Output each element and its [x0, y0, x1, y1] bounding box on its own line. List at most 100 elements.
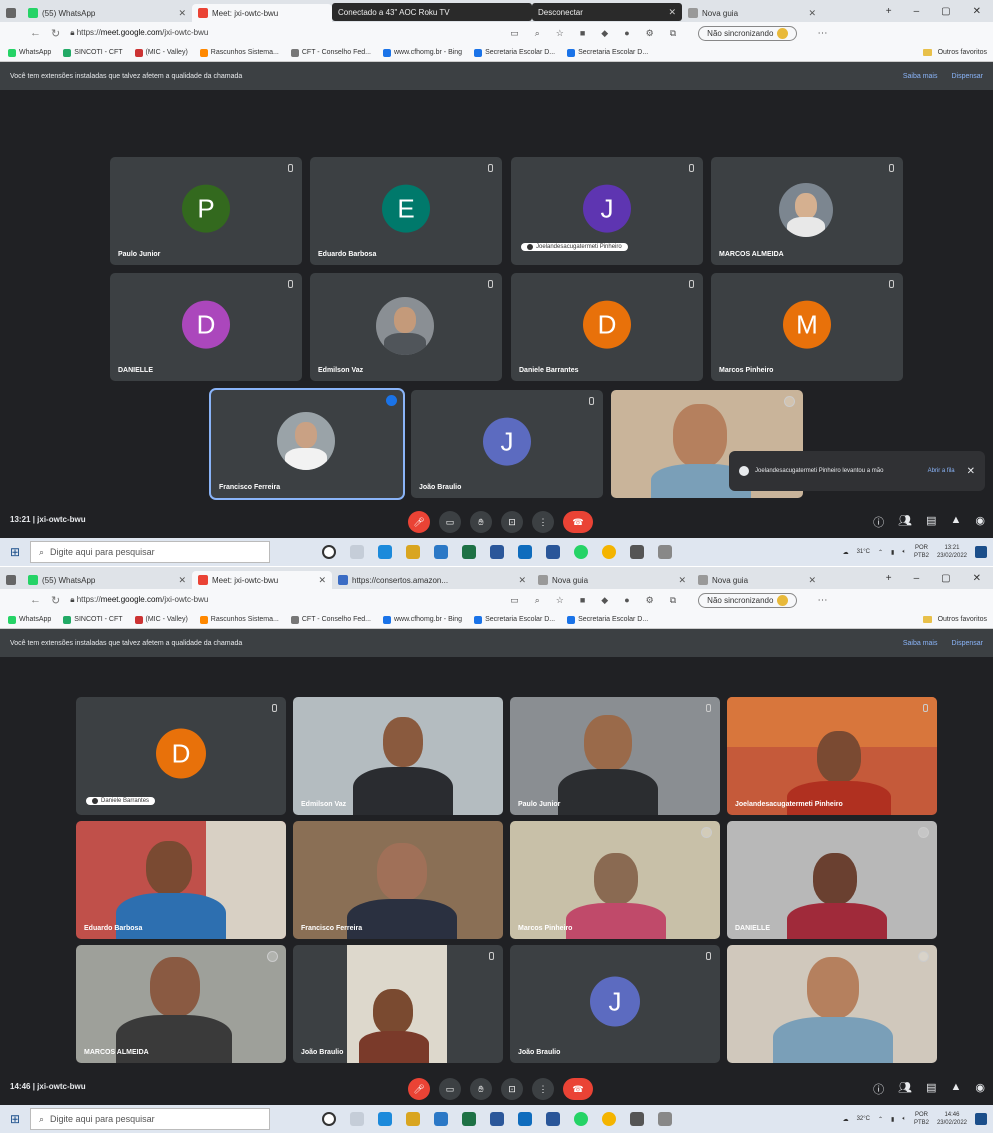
bookmark-item[interactable]: WhatsApp: [8, 48, 51, 57]
participant-tile[interactable]: P Paulo Junior: [110, 157, 302, 265]
task-view-icon[interactable]: [350, 545, 364, 559]
close-tab-icon[interactable]: ✕: [808, 575, 816, 586]
present-button[interactable]: ⊡: [501, 511, 523, 533]
close-window-icon[interactable]: ✕: [973, 573, 981, 584]
maximize-icon[interactable]: ▢: [941, 6, 950, 17]
close-tab-icon[interactable]: ✕: [318, 575, 326, 586]
participant-tile[interactable]: E Eduardo Barbosa: [310, 157, 502, 265]
bookmark-item[interactable]: Secretaria Escolar D...: [474, 48, 555, 57]
weather-icon[interactable]: ☁︎: [843, 1116, 849, 1123]
settings-icon[interactable]: ⚙: [646, 28, 654, 39]
close-icon[interactable]: ✕: [967, 466, 975, 477]
tab-whatsapp[interactable]: (55) WhatsApp ✕: [22, 4, 192, 22]
more-options-button[interactable]: ⋮: [532, 511, 554, 533]
file-explorer-icon[interactable]: [406, 1112, 420, 1126]
windows-start-icon[interactable]: ⊞: [0, 1112, 30, 1126]
leave-call-button[interactable]: ☎︎: [563, 511, 593, 533]
close-tab-icon[interactable]: ✕: [178, 575, 186, 586]
windows-start-icon[interactable]: ⊞: [0, 545, 30, 559]
edge-icon[interactable]: [378, 545, 392, 559]
record-icon[interactable]: ●: [624, 595, 629, 606]
mic-toggle-button[interactable]: 🎤︎: [408, 511, 430, 533]
network-icon[interactable]: ▮: [891, 549, 894, 556]
pin-icon[interactable]: [784, 396, 795, 407]
record-icon[interactable]: ●: [624, 28, 629, 39]
tab-meet[interactable]: Meet: jxi-owtc-bwu: [192, 4, 332, 22]
settings-icon[interactable]: [630, 1112, 644, 1126]
excel-icon[interactable]: [462, 545, 476, 559]
language-indicator[interactable]: POR PTB2: [914, 1111, 929, 1127]
learn-more-link[interactable]: Saiba mais: [903, 640, 938, 647]
maximize-icon[interactable]: ▢: [941, 573, 950, 584]
participant-tile[interactable]: Edmilson Vaz: [310, 273, 502, 381]
participant-tile[interactable]: Francisco Ferreira: [209, 388, 405, 500]
bookmark-item[interactable]: www.cfhomg.br - Bing: [383, 48, 462, 57]
clock[interactable]: 13:21 23/02/2022: [937, 544, 967, 560]
chat-icon[interactable]: ▤: [926, 514, 936, 530]
raise-hand-button[interactable]: ✋︎: [470, 1078, 492, 1100]
info-icon[interactable]: ⓘ: [873, 1081, 884, 1097]
self-view-tile[interactable]: [727, 945, 937, 1063]
lock-icon[interactable]: ◉: [975, 1081, 985, 1097]
more-options-button[interactable]: ⋮: [532, 1078, 554, 1100]
participant-video[interactable]: Paulo Junior: [510, 697, 720, 815]
camera-toggle-button[interactable]: ▭: [439, 1078, 461, 1100]
people-icon[interactable]: 👥︎: [898, 1081, 912, 1097]
excel-icon[interactable]: [462, 1112, 476, 1126]
participant-video[interactable]: DANIELLE: [727, 821, 937, 939]
bookmark-item[interactable]: (MIC - Valley): [134, 48, 188, 57]
participant-tile[interactable]: J João Braulio: [411, 390, 603, 498]
tab-disconnect[interactable]: Desconectar ✕: [532, 3, 682, 21]
tab-meet[interactable]: Meet: jxi-owtc-bwu ✕: [192, 571, 332, 589]
tab-cast-status[interactable]: Conectado a 43" AOC Roku TV: [332, 3, 532, 21]
profile-sync-button[interactable]: Não sincronizando: [698, 592, 798, 608]
lock-icon[interactable]: ◉: [975, 514, 985, 530]
file-explorer-icon[interactable]: [406, 545, 420, 559]
bookmark-item[interactable]: SINCOTI - CFT: [63, 48, 123, 57]
mail-icon[interactable]: [518, 545, 532, 559]
close-tab-icon[interactable]: ✕: [678, 575, 686, 586]
minimize-icon[interactable]: –: [914, 6, 920, 17]
activities-icon[interactable]: ▲: [951, 1081, 962, 1097]
more-menu-icon[interactable]: ⋯: [817, 595, 827, 606]
close-window-icon[interactable]: ✕: [973, 6, 981, 17]
add-tab-icon[interactable]: +: [886, 6, 892, 17]
more-menu-icon[interactable]: ⋯: [817, 28, 827, 39]
store-icon[interactable]: [434, 1112, 448, 1126]
cast-icon[interactable]: ▭: [510, 28, 519, 39]
chat-icon[interactable]: ▤: [926, 1081, 936, 1097]
leave-call-button[interactable]: ☎︎: [563, 1078, 593, 1100]
participant-tile[interactable]: MARCOS ALMEIDA: [711, 157, 903, 265]
close-tab-icon[interactable]: ✕: [178, 8, 186, 19]
window-menu-icon[interactable]: [0, 571, 22, 589]
present-button[interactable]: ⊡: [501, 1078, 523, 1100]
participant-video[interactable]: Eduardo Barbosa: [76, 821, 286, 939]
participant-video[interactable]: Francisco Ferreira: [293, 821, 503, 939]
refresh-icon[interactable]: ↻: [51, 27, 60, 40]
participant-tile[interactable]: D Daniele Barrantes: [76, 697, 286, 815]
tab-whatsapp[interactable]: (55) WhatsApp ✕: [22, 571, 192, 589]
photos-icon[interactable]: [546, 1112, 560, 1126]
add-tab-icon[interactable]: +: [886, 573, 892, 584]
open-queue-link[interactable]: Abrir a fila: [928, 468, 955, 474]
settings-icon[interactable]: [630, 545, 644, 559]
participant-video[interactable]: MARCOS ALMEIDA: [76, 945, 286, 1063]
tab-new[interactable]: Nova guia ✕: [682, 4, 822, 22]
tray-chevron-icon[interactable]: ⌃: [878, 1116, 883, 1123]
close-tab-icon[interactable]: ✕: [668, 7, 676, 18]
bookmark-item[interactable]: (MIC - Valley): [134, 615, 188, 624]
collections-icon[interactable]: ⧉: [670, 28, 676, 39]
edge-icon[interactable]: [378, 1112, 392, 1126]
bookmark-item[interactable]: www.cfhomg.br - Bing: [383, 615, 462, 624]
participant-tile[interactable]: J Joelandesacugatermeti Pinheiro: [511, 157, 703, 265]
tab-consertos[interactable]: https://consertos.amazon... ✕: [332, 571, 532, 589]
activities-icon[interactable]: ▲: [951, 514, 962, 530]
participant-tile[interactable]: D DANIELLE: [110, 273, 302, 381]
mic-toggle-button[interactable]: 🎤︎: [408, 1078, 430, 1100]
zoom-icon[interactable]: ⌕: [535, 595, 540, 606]
participant-video[interactable]: Edmilson Vaz: [293, 697, 503, 815]
network-icon[interactable]: ▮: [891, 1116, 894, 1123]
close-tab-icon[interactable]: ✕: [808, 8, 816, 19]
shield-icon[interactable]: ◆: [601, 28, 608, 39]
pin-icon[interactable]: [701, 827, 712, 838]
